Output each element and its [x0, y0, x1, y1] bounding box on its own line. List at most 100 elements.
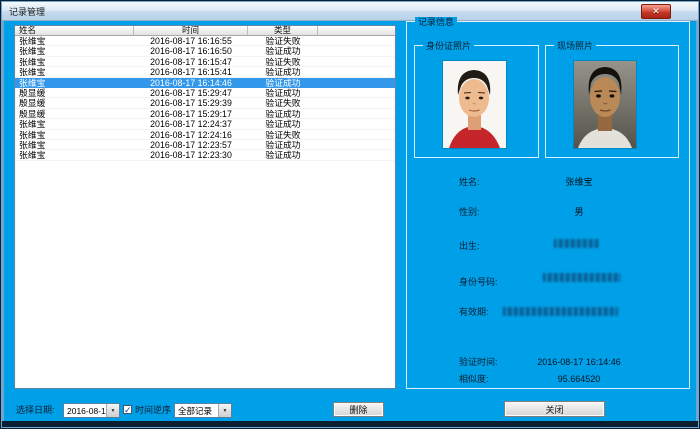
cell-type: 验证成功	[248, 67, 318, 77]
cell-time: 2016-08-17 12:23:30	[134, 150, 248, 160]
cell-empty	[318, 57, 395, 67]
cell-name: 张维宝	[15, 119, 134, 129]
filter-select-value: 全部记录	[175, 405, 218, 417]
cell-name: 殷显缓	[15, 88, 134, 98]
check-icon: ✓	[124, 405, 132, 415]
table-header: 姓名 时间 类型	[15, 26, 395, 36]
cell-time: 2016-08-17 16:15:47	[134, 57, 248, 67]
order-checkbox-label: 时间逆序	[135, 405, 171, 415]
live-photo-group: 现场照片	[545, 45, 679, 158]
cell-time: 2016-08-17 12:24:37	[134, 119, 248, 129]
close-icon: ✕	[652, 6, 660, 17]
cell-name: 张维宝	[15, 36, 134, 46]
id-photo-group: 身份证照片	[414, 45, 539, 158]
chevron-down-icon[interactable]: ▼	[218, 404, 231, 417]
order-checkbox[interactable]: ✓	[123, 405, 132, 414]
delete-button[interactable]: 删除	[333, 402, 384, 417]
cell-empty	[318, 98, 395, 108]
field-value-gender: 男	[499, 207, 659, 217]
cell-type: 验证失败	[248, 130, 318, 140]
cell-empty	[318, 140, 395, 150]
record-table: 姓名 时间 类型 张维宝 2016-08-17 16:16:55 验证失败 张维…	[14, 25, 396, 389]
cell-empty	[318, 119, 395, 129]
id-photo-label: 身份证照片	[423, 41, 474, 51]
cell-empty	[318, 150, 395, 160]
window-close-button[interactable]: ✕	[641, 4, 671, 19]
record-manager-window: 记录管理 ✕ 姓名 时间 类型 张维宝 2016-08-17 16:16:55 …	[0, 0, 700, 429]
cell-time: 2016-08-17 16:16:55	[134, 36, 248, 46]
table-row[interactable]: 殷显缓 2016-08-17 15:29:39 验证失败	[15, 98, 395, 108]
field-label-validity: 有效期:	[459, 307, 489, 317]
field-label-idnumber: 身份号码:	[459, 277, 498, 287]
field-label-gender: 性别:	[459, 207, 480, 217]
window-title: 记录管理	[9, 5, 45, 18]
cell-name: 张维宝	[15, 140, 134, 150]
table-row[interactable]: 张维宝 2016-08-17 16:16:55 验证失败	[15, 36, 395, 46]
cell-name: 张维宝	[15, 67, 134, 77]
cell-time: 2016-08-17 15:29:17	[134, 109, 248, 119]
filter-select[interactable]: 全部记录 ▼	[174, 403, 232, 418]
column-header-empty[interactable]	[318, 26, 395, 35]
cell-type: 验证成功	[248, 119, 318, 129]
cell-name: 张维宝	[15, 57, 134, 67]
cell-type: 验证成功	[248, 46, 318, 56]
column-header-time[interactable]: 时间	[134, 26, 248, 35]
cell-empty	[318, 67, 395, 77]
window-bottom-frame	[2, 421, 698, 427]
cell-name: 张维宝	[15, 78, 134, 88]
cell-type: 验证成功	[248, 78, 318, 88]
cell-type: 验证成功	[248, 109, 318, 119]
field-value-name: 张维宝	[499, 177, 659, 187]
cell-name: 张维宝	[15, 130, 134, 140]
column-header-type[interactable]: 类型	[248, 26, 318, 35]
cell-name: 殷显缓	[15, 109, 134, 119]
table-row[interactable]: 张维宝 2016-08-17 16:14:46 验证成功	[15, 78, 395, 88]
cell-empty	[318, 88, 395, 98]
cell-type: 验证成功	[248, 88, 318, 98]
redacted-birth-value	[554, 239, 599, 248]
cell-type: 验证成功	[248, 140, 318, 150]
table-row[interactable]: 张维宝 2016-08-17 12:23:30 验证成功	[15, 150, 395, 160]
cell-type: 验证失败	[248, 57, 318, 67]
cell-empty	[318, 46, 395, 56]
field-value-similarity: 95.664520	[499, 374, 659, 384]
table-row[interactable]: 殷显缓 2016-08-17 15:29:47 验证成功	[15, 88, 395, 98]
cell-time: 2016-08-17 16:16:50	[134, 46, 248, 56]
record-info-group: 记录信息 身份证照片 现场照片	[406, 21, 690, 389]
column-header-name[interactable]: 姓名	[15, 26, 134, 35]
cell-empty	[318, 109, 395, 119]
cell-name: 张维宝	[15, 46, 134, 56]
cell-time: 2016-08-17 12:24:16	[134, 130, 248, 140]
cell-name: 殷显缓	[15, 98, 134, 108]
date-select[interactable]: 2016-08-17 ▼	[63, 403, 120, 418]
chevron-down-icon[interactable]: ▼	[106, 404, 119, 417]
id-photo	[443, 61, 506, 148]
date-select-label: 选择日期:	[16, 405, 55, 415]
date-select-value: 2016-08-17	[64, 406, 106, 416]
cell-time: 2016-08-17 12:23:57	[134, 140, 248, 150]
cell-empty	[318, 78, 395, 88]
redacted-idnumber-value	[543, 273, 621, 282]
table-row[interactable]: 张维宝 2016-08-17 12:23:57 验证成功	[15, 140, 395, 150]
field-label-verifytime: 验证时间:	[459, 357, 498, 367]
cell-type: 验证失败	[248, 98, 318, 108]
close-button[interactable]: 关闭	[504, 401, 605, 417]
table-row[interactable]: 张维宝 2016-08-17 12:24:37 验证成功	[15, 119, 395, 129]
cell-time: 2016-08-17 15:29:39	[134, 98, 248, 108]
cell-time: 2016-08-17 15:29:47	[134, 88, 248, 98]
record-info-title: 记录信息	[415, 17, 457, 27]
table-row[interactable]: 张维宝 2016-08-17 16:15:47 验证失败	[15, 57, 395, 67]
table-row[interactable]: 张维宝 2016-08-17 16:16:50 验证成功	[15, 46, 395, 56]
table-row[interactable]: 张维宝 2016-08-17 16:15:41 验证成功	[15, 67, 395, 77]
cell-time: 2016-08-17 16:14:46	[134, 78, 248, 88]
field-label-similarity: 相似度:	[459, 374, 489, 384]
field-value-verifytime: 2016-08-17 16:14:46	[499, 357, 659, 367]
table-row[interactable]: 张维宝 2016-08-17 12:24:16 验证失败	[15, 130, 395, 140]
field-label-name: 姓名:	[459, 177, 480, 187]
table-body: 张维宝 2016-08-17 16:16:55 验证失败 张维宝 2016-08…	[15, 36, 395, 161]
redacted-validity-value	[503, 307, 618, 316]
cell-empty	[318, 36, 395, 46]
table-row[interactable]: 殷显缓 2016-08-17 15:29:17 验证成功	[15, 109, 395, 119]
live-photo	[574, 61, 636, 148]
titlebar[interactable]: 记录管理 ✕	[2, 2, 698, 21]
